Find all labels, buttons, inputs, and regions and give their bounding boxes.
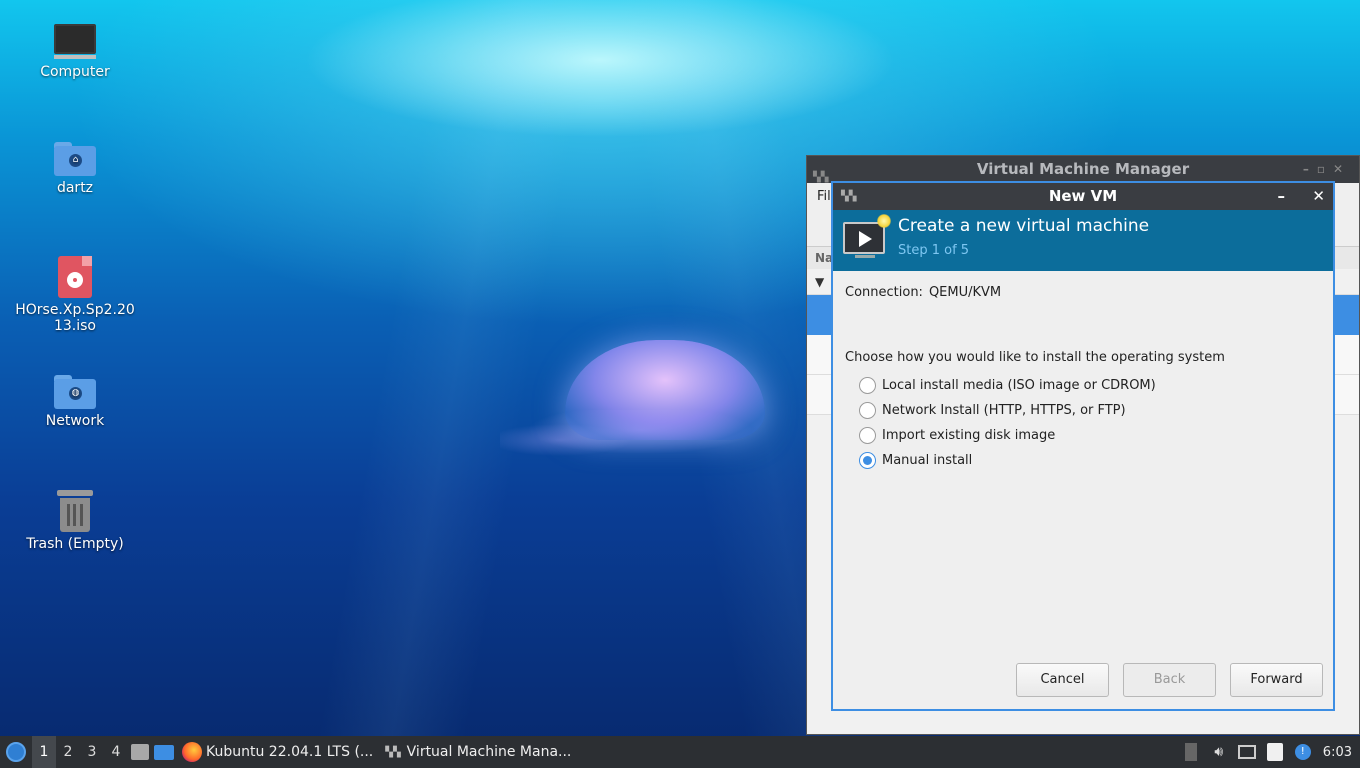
tray-clipboard[interactable] — [1261, 736, 1289, 768]
workspace-4[interactable]: 4 — [104, 736, 128, 768]
desktop-icon-computer[interactable]: Computer — [15, 24, 135, 80]
minimize-icon[interactable]: – — [1278, 183, 1286, 210]
option-network-install[interactable]: Network Install (HTTP, HTTPS, or FTP) — [859, 398, 1156, 423]
dialog-buttons: Cancel Back Forward — [1016, 663, 1323, 697]
workspace-2[interactable]: 2 — [56, 736, 80, 768]
option-manual-install[interactable]: Manual install — [859, 448, 1156, 473]
option-label[interactable]: Local install media (ISO image or CDROM) — [882, 378, 1156, 393]
connection-info: Connection: QEMU/KVM — [845, 285, 1001, 300]
start-menu-button[interactable] — [0, 736, 32, 768]
radio-button[interactable] — [859, 377, 876, 394]
virt-manager-icon: ▚▚ — [841, 191, 857, 202]
desktop-icon-label: Trash (Empty) — [26, 536, 124, 552]
virt-manager-icon: ▚▚ — [385, 746, 401, 758]
notification-icon: ! — [1294, 744, 1311, 760]
forward-button[interactable]: Forward — [1230, 663, 1323, 697]
network-icon — [1237, 745, 1256, 759]
task-virt-manager[interactable]: ▚▚ Virtual Machine Mana... — [379, 736, 577, 768]
file-manager-icon — [131, 744, 149, 760]
desktop-icon-network[interactable]: ◍ Network — [15, 375, 135, 429]
desktop-icon-label: Computer — [40, 64, 110, 80]
volume-icon: 🔊︎ — [1214, 744, 1224, 760]
desktop-icon-label: Network — [45, 413, 105, 429]
back-button[interactable]: Back — [1123, 663, 1216, 697]
task-label: Virtual Machine Mana... — [406, 744, 572, 760]
install-method-prompt: Choose how you would like to install the… — [845, 350, 1225, 365]
dialog-title: New VM — [1048, 187, 1118, 205]
firefox-icon — [182, 742, 202, 762]
wizard-heading: Create a new virtual machine — [898, 216, 1150, 236]
task-label: Kubuntu 22.04.1 LTS (... — [206, 744, 374, 760]
option-label[interactable]: Network Install (HTTP, HTTPS, or FTP) — [882, 403, 1126, 418]
radio-button[interactable] — [859, 427, 876, 444]
wizard-banner: Create a new virtual machine Step 1 of 5 — [833, 210, 1333, 271]
radio-button-selected[interactable] — [859, 452, 876, 469]
network-folder-icon: ◍ — [54, 375, 96, 409]
disc-image-icon — [58, 256, 92, 298]
option-local-media[interactable]: Local install media (ISO image or CDROM) — [859, 373, 1156, 398]
option-import-disk[interactable]: Import existing disk image — [859, 423, 1156, 448]
new-vm-dialog[interactable]: ▚▚ New VM – ✕ Create a new virtual machi… — [831, 181, 1335, 711]
connection-value: QEMU/KVM — [928, 285, 1002, 300]
workspace-3[interactable]: 3 — [80, 736, 104, 768]
task-firefox[interactable]: Kubuntu 22.04.1 LTS (... — [176, 736, 379, 768]
trash-icon — [57, 490, 93, 532]
vmm-title: Virtual Machine Manager — [976, 160, 1190, 178]
connection-label: Connection: — [845, 285, 923, 300]
show-desktop-icon — [154, 744, 174, 760]
tray-network[interactable] — [1233, 736, 1261, 768]
new-vm-titlebar[interactable]: ▚▚ New VM – ✕ — [833, 183, 1333, 210]
workspace-1[interactable]: 1 — [32, 736, 56, 768]
close-icon[interactable]: ✕ — [1312, 183, 1325, 210]
desktop-icon-label: HOrse.Xp.Sp2.2013.iso — [15, 302, 135, 334]
tray-notifications[interactable]: ! — [1289, 736, 1317, 768]
tray-volume[interactable]: 🔊︎ — [1205, 736, 1233, 768]
option-label[interactable]: Import existing disk image — [882, 428, 1055, 443]
computer-icon — [54, 24, 96, 60]
option-label[interactable]: Manual install — [882, 453, 972, 468]
radio-button[interactable] — [859, 402, 876, 419]
desktop-icon-label: dartz — [56, 180, 94, 196]
virt-manager-icon: ▚▚ — [813, 172, 829, 183]
home-folder-icon: ⌂ — [54, 142, 96, 176]
window-controls-icon[interactable]: –▫✕ — [1303, 156, 1351, 183]
desktop-icon-iso-file[interactable]: HOrse.Xp.Sp2.2013.iso — [15, 256, 135, 334]
file-manager-launcher[interactable] — [128, 736, 152, 768]
desktop-icon-home-folder[interactable]: ⌂ dartz — [15, 142, 135, 196]
clock[interactable]: 6:03 — [1317, 745, 1360, 760]
desktop-icon-trash[interactable]: Trash (Empty) — [15, 490, 135, 552]
cancel-button[interactable]: Cancel — [1016, 663, 1109, 697]
vmm-titlebar[interactable]: ▚▚ Virtual Machine Manager –▫✕ — [807, 156, 1359, 183]
wallpaper-jellyfish — [565, 340, 765, 440]
updates-icon — [1184, 743, 1197, 761]
show-desktop-launcher[interactable] — [152, 736, 176, 768]
tray-updates[interactable] — [1177, 736, 1205, 768]
install-method-options: Local install media (ISO image or CDROM)… — [859, 373, 1156, 473]
clipboard-icon — [1266, 743, 1283, 761]
system-tray: 🔊︎ ! 6:03 — [1177, 736, 1360, 768]
taskbar: 1 2 3 4 Kubuntu 22.04.1 LTS (... ▚▚ Virt… — [0, 736, 1360, 768]
start-menu-icon — [6, 742, 26, 762]
wizard-step: Step 1 of 5 — [898, 243, 970, 258]
new-vm-icon — [843, 214, 891, 258]
menu-file[interactable]: Fil — [817, 189, 831, 204]
